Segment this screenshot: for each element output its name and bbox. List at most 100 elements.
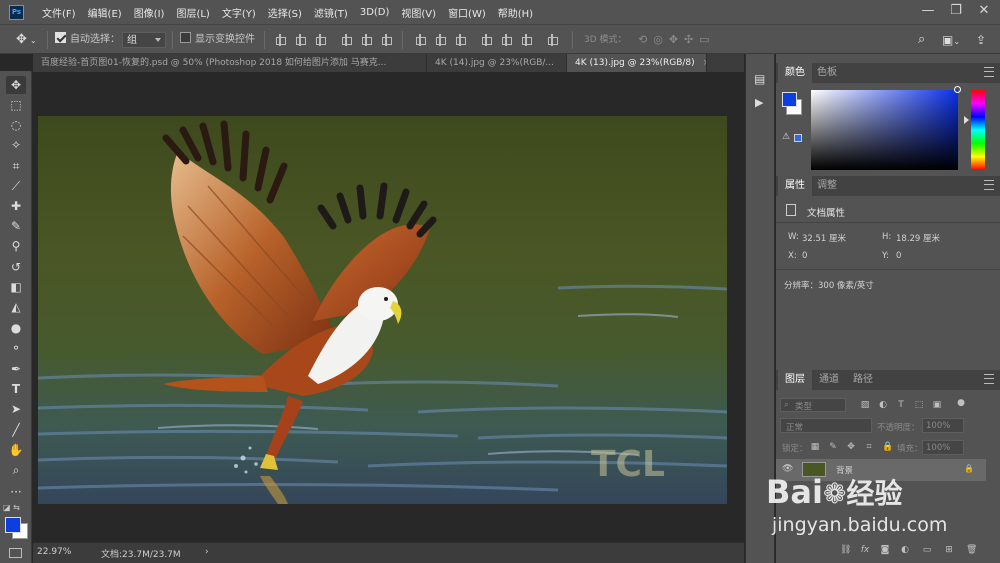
canvas-area[interactable]: TCL xyxy=(33,72,744,542)
menu-view[interactable]: 视图(V) xyxy=(395,5,442,20)
align-horizontal-center-icon[interactable] xyxy=(360,34,372,46)
eyedropper-tool-icon[interactable]: ⟋ xyxy=(6,177,26,195)
minimize-button[interactable]: — xyxy=(914,0,942,22)
blend-mode-dropdown[interactable]: 正常 xyxy=(780,418,872,433)
menu-file[interactable]: 文件(F) xyxy=(36,5,82,20)
opacity-input[interactable]: 100% xyxy=(922,418,964,433)
tab-paths[interactable]: 路径 xyxy=(846,370,880,390)
auto-select-option[interactable]: 自动选择： xyxy=(55,32,120,48)
tab-swatches[interactable]: 色板 xyxy=(810,63,844,83)
panel-menu-icon[interactable] xyxy=(984,67,994,77)
lock-transparency-icon[interactable]: ▦ xyxy=(810,442,820,452)
filter-type-layer-icon[interactable]: T xyxy=(896,400,906,410)
menu-select[interactable]: 选择(S) xyxy=(262,5,308,20)
actions-play-icon[interactable]: ▶ xyxy=(755,96,763,109)
tab-color[interactable]: 颜色 xyxy=(778,63,812,83)
document-image[interactable]: TCL xyxy=(38,116,727,504)
tab-adjustments[interactable]: 调整 xyxy=(810,176,844,196)
web-safe-color-chip[interactable] xyxy=(794,134,802,142)
crop-tool-icon[interactable]: ⌗ xyxy=(6,157,26,175)
transform-controls-checkbox[interactable] xyxy=(180,32,191,43)
quick-mask-icon[interactable] xyxy=(9,548,22,558)
gamut-warning-icon[interactable]: ⚠ xyxy=(782,132,790,142)
foreground-color-chip[interactable] xyxy=(782,92,797,107)
eraser-tool-icon[interactable]: ◧ xyxy=(6,278,26,296)
menu-3d[interactable]: 3D(D) xyxy=(354,7,396,18)
new-layer-icon[interactable]: ⊞ xyxy=(944,545,954,555)
menu-window[interactable]: 窗口(W) xyxy=(442,5,492,20)
blur-tool-icon[interactable]: ● xyxy=(6,319,26,337)
layer-mask-icon[interactable]: ◙ xyxy=(880,545,890,555)
align-vertical-center-icon[interactable] xyxy=(294,34,306,46)
filter-smart-object-icon[interactable]: ▣ xyxy=(932,400,942,410)
menu-help[interactable]: 帮助(H) xyxy=(492,5,539,20)
brush-tool-icon[interactable]: ✎ xyxy=(6,217,26,235)
type-tool-icon[interactable]: T xyxy=(6,380,26,398)
align-bottom-icon[interactable] xyxy=(314,34,326,46)
width-value[interactable]: 32.51 厘米 xyxy=(802,232,846,244)
filter-shape-layer-icon[interactable]: ⬚ xyxy=(914,400,924,410)
hand-tool-icon[interactable]: ✋ xyxy=(6,441,26,459)
filter-adjustment-layer-icon[interactable]: ◐ xyxy=(878,400,888,410)
distribute-vertical-center-icon[interactable] xyxy=(434,34,446,46)
color-field[interactable] xyxy=(811,90,958,170)
filter-pixel-layer-icon[interactable]: ▨ xyxy=(860,400,870,410)
clone-stamp-tool-icon[interactable]: ⚲ xyxy=(6,237,26,255)
default-colors-icon[interactable]: ◪ ⇆ xyxy=(3,503,20,512)
align-left-icon[interactable] xyxy=(340,34,352,46)
menu-filter[interactable]: 滤镜(T) xyxy=(308,5,354,20)
auto-select-value[interactable]: 组 xyxy=(122,32,166,48)
pen-tool-icon[interactable]: ✒ xyxy=(6,360,26,378)
share-icon[interactable]: ⇪ xyxy=(976,32,986,48)
menu-image[interactable]: 图像(I) xyxy=(128,5,171,20)
distribute-right-icon[interactable] xyxy=(520,34,532,46)
y-value[interactable]: 0 xyxy=(896,251,901,261)
close-tab-icon[interactable]: × xyxy=(703,58,706,68)
menu-layer[interactable]: 图层(L) xyxy=(170,5,215,20)
transform-controls-option[interactable]: 显示变换控件 xyxy=(180,32,255,48)
healing-brush-tool-icon[interactable]: ✚ xyxy=(6,197,26,215)
restore-button[interactable]: ❐ xyxy=(942,0,970,22)
layer-style-icon[interactable]: fx xyxy=(860,545,870,555)
height-value[interactable]: 18.29 厘米 xyxy=(896,232,940,244)
tab-document-1[interactable]: 百度经验-首页图01-恢复的.psd @ 50% (Photoshop 2018… xyxy=(33,54,427,72)
auto-select-checkbox[interactable] xyxy=(55,32,66,43)
tab-properties[interactable]: 属性 xyxy=(778,176,812,196)
move-tool-preset-icon[interactable]: ✥ ⌄ xyxy=(16,32,37,48)
marquee-tool-icon[interactable]: ⬚ xyxy=(6,96,26,114)
status-menu-arrow[interactable]: › xyxy=(205,547,209,557)
adjustment-layer-icon[interactable]: ◐ xyxy=(900,545,910,555)
auto-select-dropdown[interactable]: 组 xyxy=(122,32,166,48)
tab-layers[interactable]: 图层 xyxy=(778,370,812,390)
filter-toggle-icon[interactable]: ● xyxy=(956,398,966,408)
new-group-icon[interactable]: ▭ xyxy=(922,545,932,555)
move-tool-icon[interactable]: ✥ xyxy=(6,76,26,94)
close-button[interactable]: ✕ xyxy=(970,0,998,22)
more-tools-icon[interactable]: ··· xyxy=(6,483,26,501)
tab-channels[interactable]: 通道 xyxy=(812,370,846,390)
distribute-horizontal-center-icon[interactable] xyxy=(500,34,512,46)
paint-bucket-tool-icon[interactable]: ◭ xyxy=(6,298,26,316)
delete-layer-icon[interactable]: 🗑 xyxy=(966,545,977,555)
color-picker-cursor[interactable] xyxy=(954,86,961,93)
hue-slider-handle[interactable] xyxy=(964,116,973,124)
panel-menu-icon[interactable] xyxy=(984,180,994,190)
align-right-icon[interactable] xyxy=(380,34,392,46)
magic-wand-tool-icon[interactable]: ✧ xyxy=(6,136,26,154)
workspace-icon[interactable]: ▣⌄ xyxy=(942,32,960,48)
tab-document-2[interactable]: 4K (14).jpg @ 23%(RGB/... xyxy=(427,54,567,72)
zoom-level[interactable]: 22.97% xyxy=(37,547,71,557)
search-icon[interactable]: ⌕ xyxy=(918,32,925,48)
tab-document-3[interactable]: 4K (13).jpg @ 23%(RGB/8) × xyxy=(567,54,707,72)
lock-all-icon[interactable]: 🔒 xyxy=(882,442,893,452)
menu-edit[interactable]: 编辑(E) xyxy=(82,5,128,20)
lock-position-icon[interactable]: ✥ xyxy=(846,442,856,452)
zoom-tool-icon[interactable]: ⌕ xyxy=(6,461,26,479)
distribute-top-icon[interactable] xyxy=(414,34,426,46)
history-panel-icon[interactable]: ▤ xyxy=(754,72,765,86)
link-layers-icon[interactable]: ⛓ xyxy=(840,545,851,555)
hue-slider[interactable] xyxy=(971,90,985,170)
lock-image-icon[interactable]: ✎ xyxy=(828,442,838,452)
line-tool-icon[interactable]: ╱ xyxy=(6,421,26,439)
distribute-left-icon[interactable] xyxy=(480,34,492,46)
